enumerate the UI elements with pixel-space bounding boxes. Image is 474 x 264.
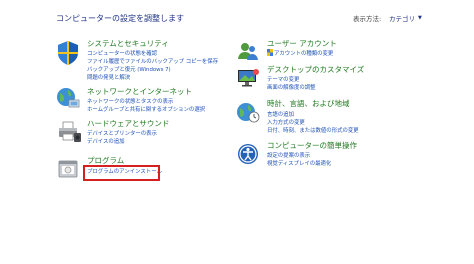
link-adjust-resolution[interactable]: 画面の解像度の調整 (267, 83, 316, 91)
view-by-label: 表示方法: (353, 15, 382, 23)
category-system-security: システムとセキュリティ コンピューターの状態を確認 ファイル履歴でファイルのバッ… (56, 38, 226, 88)
link-check-computer-status[interactable]: コンピューターの状態を確認 (87, 49, 157, 57)
chevron-down-icon: ▼ (418, 14, 422, 21)
link-file-history-backup[interactable]: ファイル履歴でファイルのバックアップ コピーを保存 (87, 57, 218, 65)
heading-ease-of-access[interactable]: コンピューターの簡単操作 (267, 140, 357, 151)
category-user-accounts: ユーザー アカウント アカウントの種類の変更 (236, 38, 436, 62)
highlight-box (83, 165, 160, 181)
desktop-icon[interactable] (236, 66, 260, 90)
shield-icon[interactable] (56, 40, 80, 65)
heading-user-accounts[interactable]: ユーザー アカウント (267, 38, 337, 49)
link-find-fix-problems[interactable]: 問題の発見と解決 (87, 73, 130, 81)
category-ease-of-access: コンピューターの簡単操作 設定の提案の表示 視覚ディスプレイの最適化 (236, 140, 436, 170)
users-icon[interactable] (236, 40, 260, 64)
link-backup-restore-windows7[interactable]: バックアップと復元 (Windows 7) (87, 65, 171, 73)
link-add-language[interactable]: 言語の追加 (267, 110, 294, 118)
globe-clock-icon[interactable] (236, 100, 260, 124)
category-clock-language-region: 時計、言語、および地域 言語の追加 入力方式の変更 日付、時刻、または数値の形式… (236, 98, 436, 138)
link-homegroup-sharing-options[interactable]: ホームグループと共有に関するオプションの選択 (87, 105, 205, 113)
heading-network-internet[interactable]: ネットワークとインターネット (87, 86, 192, 97)
heading-desktop-customization[interactable]: デスクトップのカスタマイズ (267, 64, 364, 75)
heading-system-security[interactable]: システムとセキュリティ (87, 38, 169, 49)
category-desktop-customization: デスクトップのカスタマイズ テーマの変更 画面の解像度の調整 (236, 64, 436, 94)
link-devices-printers[interactable]: デバイスとプリンターの表示 (87, 129, 157, 137)
heading-hardware-sound[interactable]: ハードウェアとサウンド (87, 118, 169, 129)
link-optimize-visual-display[interactable]: 視覚ディスプレイの最適化 (267, 159, 331, 167)
printer-icon[interactable] (56, 120, 81, 144)
link-change-account-type[interactable]: アカウントの種類の変更 (274, 49, 333, 57)
category-hardware-sound: ハードウェアとサウンド デバイスとプリンターの表示 デバイスの追加 (56, 118, 226, 148)
view-by-value: カテゴリ (389, 14, 415, 23)
link-change-date-time-format[interactable]: 日付、時刻、または数値の形式の変更 (267, 126, 359, 134)
network-icon[interactable] (56, 86, 80, 110)
ease-of-access-icon[interactable] (236, 142, 260, 166)
heading-clock-language-region[interactable]: 時計、言語、および地域 (267, 98, 350, 109)
link-network-status-tasks[interactable]: ネットワークの状態とタスクの表示 (87, 97, 173, 105)
link-view-suggested-settings[interactable]: 設定の提案の表示 (267, 151, 310, 159)
uac-shield-icon (267, 49, 273, 56)
link-change-input-method[interactable]: 入力方式の変更 (267, 118, 305, 126)
page-title: コンピューターの設定を調整します (56, 14, 184, 23)
category-network-internet: ネットワークとインターネット ネットワークの状態とタスクの表示 ホームグループと… (56, 86, 226, 116)
programs-icon[interactable] (56, 157, 80, 181)
link-add-device[interactable]: デバイスの追加 (87, 137, 125, 145)
view-by-dropdown[interactable]: カテゴリ ▼ (384, 10, 427, 25)
link-change-theme[interactable]: テーマの変更 (267, 75, 299, 83)
